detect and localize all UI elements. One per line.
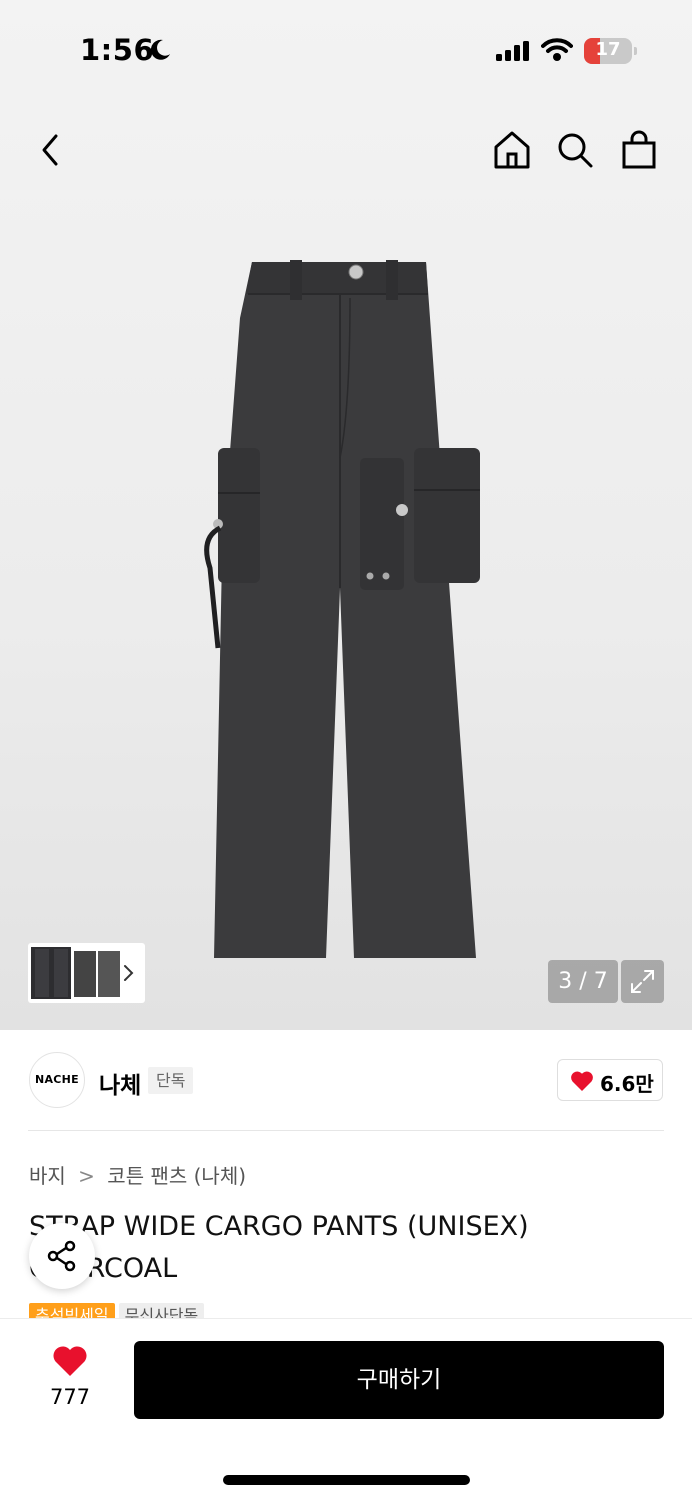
share-icon xyxy=(47,1240,76,1272)
brand-like-button[interactable]: 6.6만 xyxy=(557,1059,663,1101)
search-icon[interactable] xyxy=(556,131,594,169)
status-time: 1:56 xyxy=(80,33,155,67)
home-indicator xyxy=(223,1475,470,1485)
battery-level: 17 xyxy=(595,39,621,60)
breadcrumb-separator: > xyxy=(78,1164,95,1188)
bag-icon[interactable] xyxy=(621,130,657,170)
product-image xyxy=(204,260,480,958)
back-icon[interactable] xyxy=(36,132,64,168)
breadcrumb-subcategory[interactable]: 코튼 팬츠 (나체) xyxy=(107,1164,246,1188)
favorite-count: 777 xyxy=(49,1385,91,1409)
product-title: STRAP WIDE CARGO PANTS (UNISEX) CHARCOAL xyxy=(29,1211,529,1284)
brand-like-count: 6.6만 xyxy=(600,1072,654,1096)
brand-name[interactable]: 나체 xyxy=(99,1066,141,1100)
signal-icon xyxy=(496,41,529,61)
heart-icon[interactable] xyxy=(52,1345,88,1377)
share-button[interactable] xyxy=(29,1223,95,1289)
home-icon[interactable] xyxy=(493,130,531,170)
expand-icon xyxy=(631,970,654,993)
expand-button[interactable] xyxy=(621,960,664,1003)
image-counter: 3 / 7 xyxy=(548,960,618,1003)
heart-icon xyxy=(571,1071,593,1091)
moon-icon xyxy=(150,39,170,60)
wifi-icon xyxy=(541,38,573,61)
battery-indicator: 17 xyxy=(584,38,632,64)
breadcrumb-category[interactable]: 바지 xyxy=(29,1164,66,1188)
buy-button[interactable]: 구매하기 xyxy=(134,1341,664,1419)
divider xyxy=(28,1130,664,1131)
battery-tip xyxy=(634,47,637,55)
chevron-right-icon[interactable] xyxy=(120,961,136,985)
breadcrumb: 바지 > 코튼 팬츠 (나체) xyxy=(29,1160,246,1189)
exclusive-badge: 단독 xyxy=(148,1067,194,1094)
product-gallery[interactable]: 1:56 17 3 / 7 xyxy=(0,0,692,1030)
brand-logo[interactable]: NACHE xyxy=(29,1052,85,1108)
